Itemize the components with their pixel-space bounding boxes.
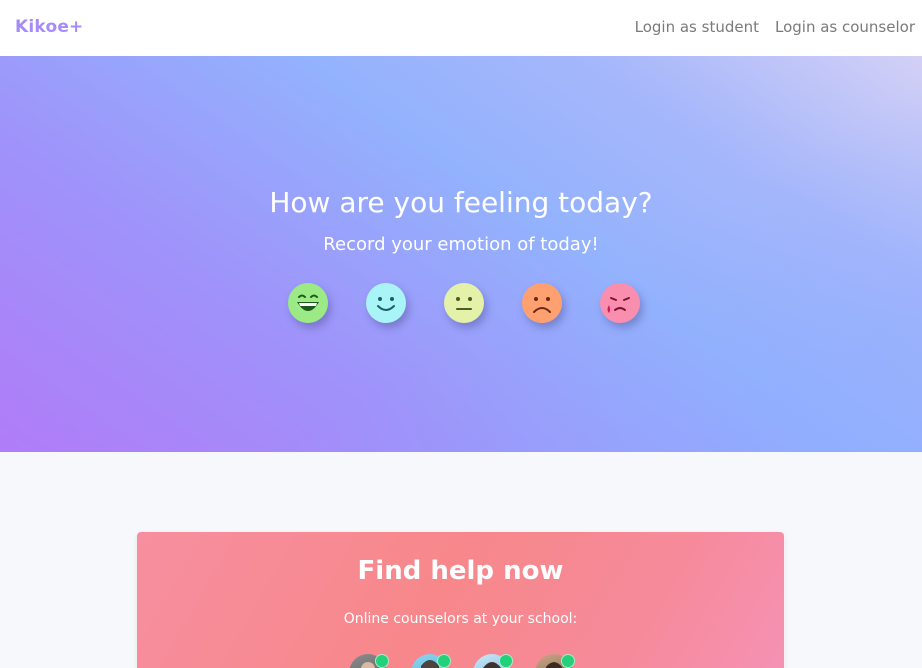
online-status-dot xyxy=(499,654,513,668)
frowning-face-icon[interactable] xyxy=(522,283,562,323)
emotion-picker xyxy=(288,283,640,323)
navbar: Kikoe+ Login as student Login as counsel… xyxy=(0,0,922,56)
crying-face-icon[interactable] xyxy=(600,283,640,323)
neutral-face-icon[interactable] xyxy=(444,283,484,323)
hero-section: How are you feeling today? Record your e… xyxy=(0,56,922,452)
brand-logo[interactable]: Kikoe+ xyxy=(15,17,84,37)
grinning-face-icon[interactable] xyxy=(288,283,328,323)
login-student-link[interactable]: Login as student xyxy=(635,18,759,36)
online-status-dot xyxy=(437,654,451,668)
help-subtitle: Online counselors at your school: xyxy=(343,611,578,627)
login-counselor-link[interactable]: Login as counselor xyxy=(775,18,915,36)
online-status-dot xyxy=(375,654,389,668)
hero-title: How are you feeling today? xyxy=(269,186,653,219)
smiling-face-icon[interactable] xyxy=(366,283,406,323)
help-title: Find help now xyxy=(357,556,564,586)
find-help-card: Find help now Online counselors at your … xyxy=(137,532,784,668)
nav-links: Login as student Login as counselor xyxy=(635,18,915,36)
hero-subtitle: Record your emotion of today! xyxy=(323,234,599,255)
counselor-list xyxy=(349,654,589,668)
online-status-dot xyxy=(561,654,575,668)
